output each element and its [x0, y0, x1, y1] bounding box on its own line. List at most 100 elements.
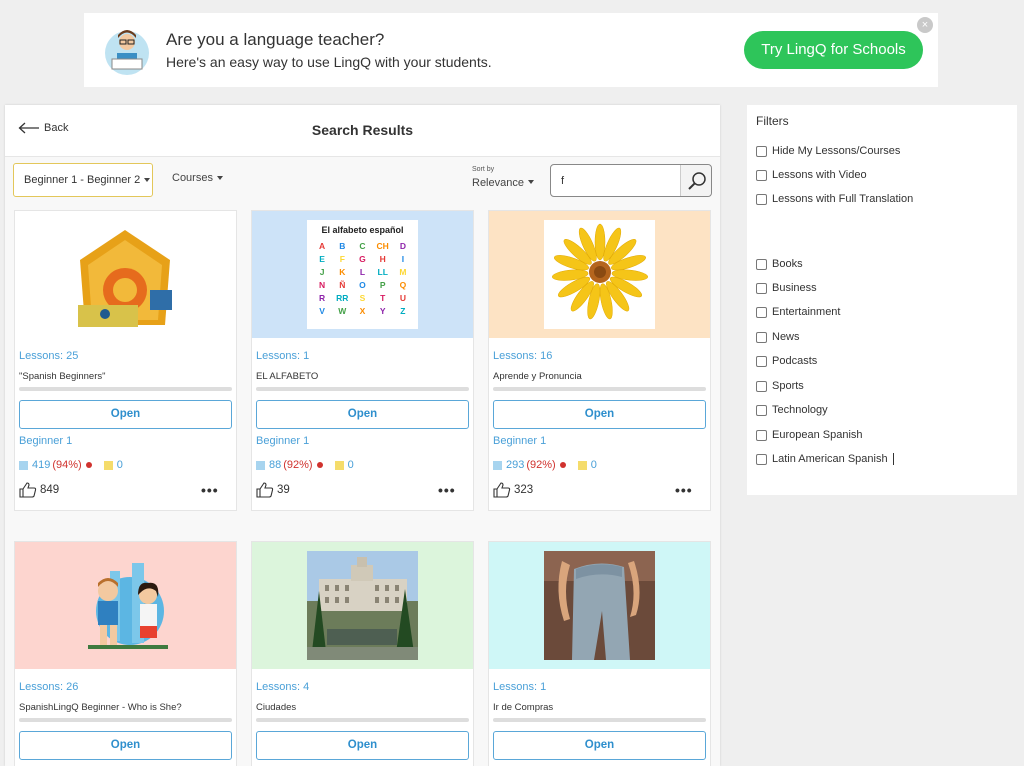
course-card[interactable]: Lessons: 26 SpanishLingQ Beginner - Who …	[14, 541, 237, 766]
filter-label: Business	[772, 282, 817, 294]
filter-category-latin-american-spanish[interactable]: Latin American Spanish	[756, 453, 894, 465]
filter-full-translation[interactable]: Lessons with Full Translation	[756, 193, 913, 205]
filter-category-entertainment[interactable]: Entertainment	[756, 306, 840, 318]
course-thumbnail	[15, 211, 236, 338]
progress-bar	[19, 387, 232, 391]
checkbox[interactable]	[756, 258, 767, 270]
more-options-icon[interactable]: •••	[675, 482, 693, 498]
known-words-percent: (92%)	[283, 459, 313, 471]
filter-label: Books	[772, 258, 803, 270]
course-title[interactable]: EL ALFABETO	[256, 371, 318, 382]
search-button[interactable]	[680, 165, 711, 196]
search-icon	[688, 172, 706, 190]
word-stats: 293 (92%) 0	[493, 459, 597, 471]
filter-lessons-with-video[interactable]: Lessons with Video	[756, 169, 867, 181]
known-words-percent: (94%)	[52, 459, 82, 471]
filter-label: Lessons with Full Translation	[772, 193, 914, 205]
course-card[interactable]: El alfabeto español A B C CH D E F G H I J K L LL M N Ñ O…	[251, 210, 474, 511]
try-schools-button[interactable]: Try LingQ for Schools	[744, 31, 923, 69]
checkbox[interactable]	[756, 145, 767, 157]
alphabet-letter: Y	[379, 306, 386, 316]
filter-category-sports[interactable]: Sports	[756, 380, 804, 392]
alphabet-image: El alfabeto español A B C CH D E F G H I J K L LL M N Ñ O…	[307, 220, 418, 329]
checkbox[interactable]	[756, 282, 767, 294]
known-words-icon	[19, 460, 28, 470]
like-count: 39	[277, 484, 290, 496]
more-options-icon[interactable]: •••	[201, 482, 219, 498]
alphabet-letter: J	[319, 267, 325, 277]
alphabet-letter: P	[379, 280, 386, 290]
sort-label: Sort by	[472, 166, 495, 173]
alphabet-letters: A B C CH D E F G H I J K L LL M N Ñ O P Q R RR S T U V W X Y Z	[307, 235, 418, 316]
course-card[interactable]: Lessons: 4 Ciudades Open	[251, 541, 474, 766]
open-button[interactable]: Open	[493, 731, 706, 760]
checkbox[interactable]	[756, 306, 767, 318]
filter-label: Sports	[772, 380, 804, 392]
course-card[interactable]: Lessons: 25 "Spanish Beginners" Open Beg…	[14, 210, 237, 511]
search-box	[550, 164, 712, 197]
open-button[interactable]: Open	[256, 731, 469, 760]
known-words-icon	[493, 460, 502, 470]
checkbox[interactable]	[756, 453, 767, 465]
known-words-icon	[256, 460, 265, 470]
open-button[interactable]: Open	[493, 400, 706, 429]
like-button[interactable]: 323	[493, 482, 533, 498]
checkbox[interactable]	[756, 380, 767, 392]
alphabet-letter: R	[319, 293, 326, 303]
like-button[interactable]: 849	[19, 482, 59, 498]
checkbox[interactable]	[756, 169, 767, 181]
sort-dropdown[interactable]: Sort by Relevance	[472, 166, 534, 191]
checkbox[interactable]	[756, 193, 767, 205]
filter-hide-my-lessons[interactable]: Hide My Lessons/Courses	[756, 145, 900, 157]
course-card[interactable]: Lessons: 16 Aprende y Pronuncia Open Beg…	[488, 210, 711, 511]
lesson-count: Lessons: 25	[19, 350, 79, 362]
checkbox[interactable]	[756, 355, 767, 367]
like-count: 323	[514, 484, 534, 496]
type-dropdown-value: Courses	[172, 172, 213, 184]
teacher-banner: Are you a language teacher? Here's an ea…	[84, 13, 938, 87]
open-button[interactable]: Open	[256, 400, 469, 429]
course-title[interactable]: Ir de Compras	[493, 702, 553, 713]
lingqs-icon	[334, 460, 344, 470]
word-stats: 88 (92%) 0	[256, 459, 354, 471]
close-icon[interactable]: ×	[917, 17, 933, 33]
alphabet-letter: C	[359, 241, 366, 251]
open-button[interactable]: Open	[19, 400, 232, 429]
search-input[interactable]	[561, 173, 676, 189]
filter-category-podcasts[interactable]: Podcasts	[756, 355, 817, 367]
filter-category-books[interactable]: Books	[756, 258, 803, 270]
filter-category-news[interactable]: News	[756, 331, 800, 343]
course-level: Beginner 1	[493, 435, 547, 447]
checkbox[interactable]	[756, 331, 767, 343]
filter-category-technology[interactable]: Technology	[756, 404, 828, 416]
alphabet-letter: Z	[400, 306, 406, 316]
level-dropdown[interactable]: Beginner 1 - Beginner 2	[13, 163, 153, 197]
results-header: Back Search Results	[5, 105, 720, 157]
course-title[interactable]: Ciudades	[256, 702, 296, 713]
thumbs-up-icon	[256, 482, 274, 498]
status-dot-icon	[85, 462, 92, 468]
course-thumbnail: El alfabeto español A B C CH D E F G H I J K L LL M N Ñ O…	[252, 211, 473, 338]
alphabet-letter: I	[401, 254, 405, 264]
teacher-mascot-icon	[105, 30, 149, 75]
type-dropdown[interactable]: Courses	[172, 172, 223, 184]
alphabet-letter: K	[339, 267, 346, 277]
like-button[interactable]: 39	[256, 482, 290, 498]
lesson-count: Lessons: 4	[256, 681, 310, 693]
open-button[interactable]: Open	[19, 731, 232, 760]
filter-category-business[interactable]: Business	[756, 282, 817, 294]
filter-category-european-spanish[interactable]: European Spanish	[756, 429, 863, 441]
course-title[interactable]: Aprende y Pronuncia	[493, 371, 582, 382]
alphabet-letter: N	[319, 280, 326, 290]
filter-label: Podcasts	[772, 355, 818, 367]
banner-subtext: Here's an easy way to use LingQ with you…	[166, 54, 492, 70]
alphabet-letter: U	[399, 293, 406, 303]
course-title[interactable]: "Spanish Beginners"	[19, 371, 106, 382]
checkbox[interactable]	[756, 404, 767, 416]
checkbox[interactable]	[756, 429, 767, 441]
alphabet-letter: A	[319, 241, 326, 251]
more-options-icon[interactable]: •••	[438, 482, 456, 498]
course-title[interactable]: SpanishLingQ Beginner - Who is She?	[19, 702, 182, 713]
course-card[interactable]: Lessons: 1 Ir de Compras Open	[488, 541, 711, 766]
alphabet-letter: CH	[376, 241, 389, 251]
